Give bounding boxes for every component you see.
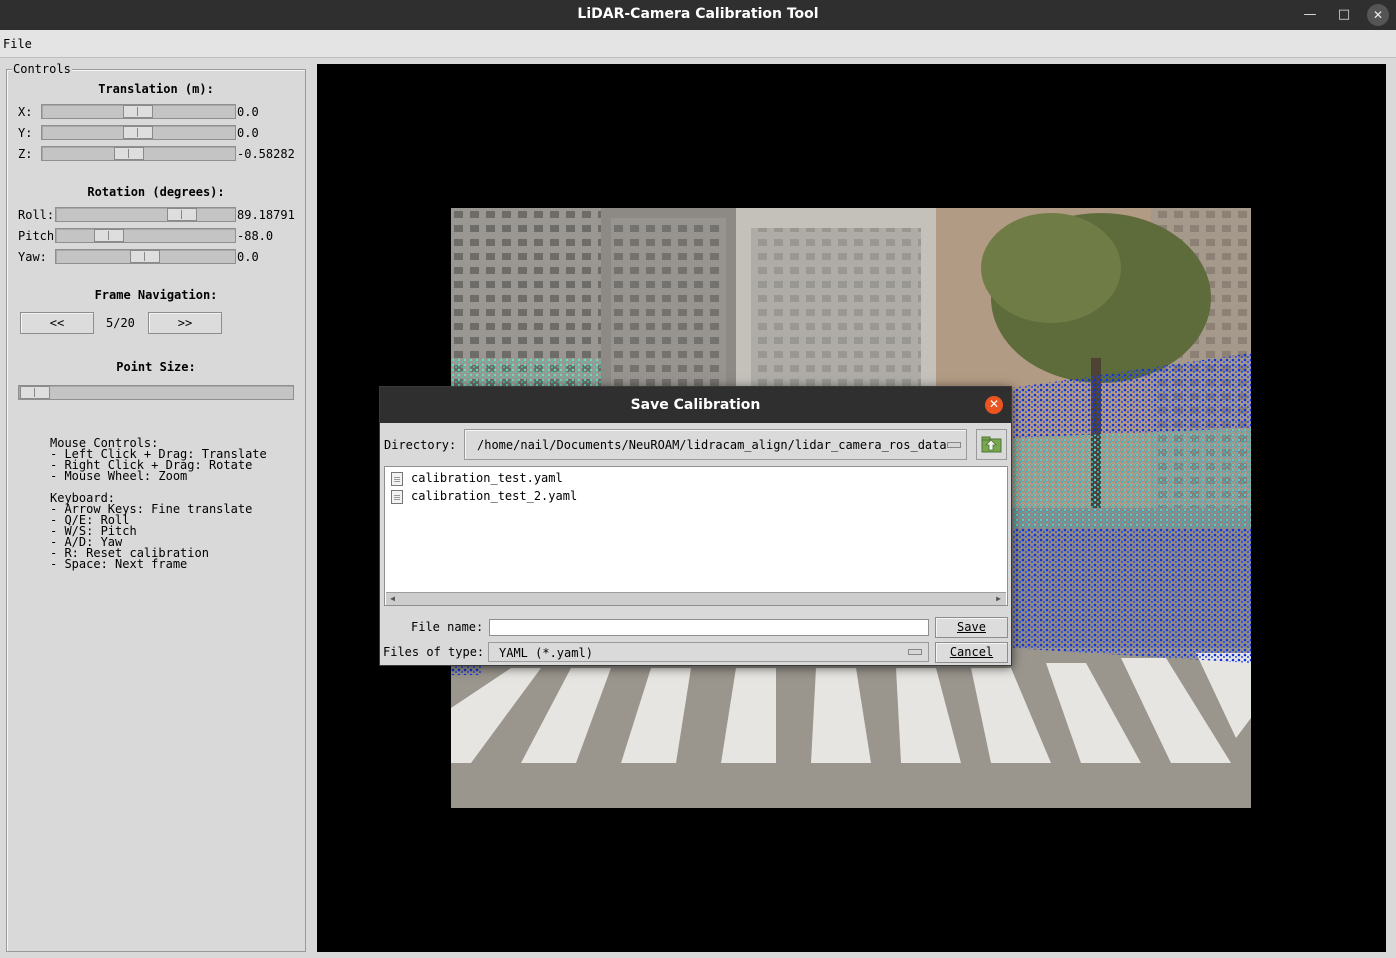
pitch-value: -88.0 [237,229,274,243]
frame-navigation-heading: Frame Navigation: [94,288,218,302]
save-button[interactable]: Save [935,617,1008,638]
roll-label: Roll: [18,208,55,222]
pitch-label: Pitch [18,229,55,243]
prev-frame-button[interactable]: << [20,312,94,334]
directory-path: /home/nail/Documents/NeuROAM/lidracam_al… [477,438,947,452]
scroll-left-icon[interactable]: ◀ [387,594,398,604]
file-type-value: YAML (*.yaml) [499,646,593,660]
directory-label: Directory: [384,438,457,452]
scroll-right-icon[interactable]: ▶ [993,594,1004,604]
maximize-icon[interactable]: □ [1333,4,1355,26]
horizontal-scrollbar[interactable]: ◀ ▶ [386,592,1006,605]
z-value: -0.58282 [237,147,295,161]
file-name-input[interactable] [490,620,928,635]
dialog-title: Save Calibration [630,397,761,413]
translation-heading: Translation (m): [98,82,214,96]
close-icon[interactable]: ✕ [1367,4,1389,26]
file-icon [391,489,403,504]
y-slider[interactable] [41,125,236,140]
z-slider-thumb[interactable] [114,147,144,160]
z-slider[interactable] [41,146,236,161]
pitch-slider-thumb[interactable] [94,229,124,242]
list-item[interactable]: calibration_test.yaml [391,471,563,487]
x-label: X: [18,105,33,119]
point-size-slider[interactable] [18,385,294,400]
y-label: Y: [18,126,33,140]
folder-up-icon [981,436,1002,453]
window-titlebar: LiDAR-Camera Calibration Tool — □ ✕ [0,0,1396,30]
point-size-slider-thumb[interactable] [20,386,50,399]
controls-legend: Controls [12,62,72,76]
cancel-button[interactable]: Cancel [935,642,1008,663]
x-slider-thumb[interactable] [123,105,153,118]
y-slider-thumb[interactable] [123,126,153,139]
directory-combobox[interactable]: /home/nail/Documents/NeuROAM/lidracam_al… [464,429,967,460]
file-name: calibration_test.yaml [411,471,563,485]
list-item[interactable]: calibration_test_2.yaml [391,489,577,505]
yaw-label: Yaw: [18,250,47,264]
file-list[interactable]: calibration_test.yaml calibration_test_2… [384,466,1008,606]
yaw-slider-thumb[interactable] [130,250,160,263]
roll-value: 89.18791 [237,208,295,222]
roll-slider[interactable] [55,207,236,222]
roll-slider-thumb[interactable] [167,208,197,221]
file-type-combobox[interactable]: YAML (*.yaml) [488,642,929,662]
y-value: 0.0 [237,126,259,140]
menu-file[interactable]: File [3,37,32,51]
menubar: File [0,30,1396,58]
parent-directory-button[interactable] [976,429,1007,460]
file-icon [391,471,403,486]
x-slider[interactable] [41,104,236,119]
keyboard-controls-help: Keyboard: - Arrow Keys: Fine translate -… [50,491,253,571]
rotation-heading: Rotation (degrees): [87,185,225,199]
window-title: LiDAR-Camera Calibration Tool [577,6,819,22]
point-size-heading: Point Size: [116,360,196,374]
x-value: 0.0 [237,105,259,119]
z-label: Z: [18,147,33,161]
dialog-close-icon[interactable]: ✕ [985,396,1003,414]
file-name-label: File name: [411,620,484,634]
next-frame-button[interactable]: >> [148,312,222,334]
frame-counter: 5/20 [106,316,135,330]
pitch-slider[interactable] [55,228,236,243]
yaw-value: 0.0 [237,250,259,264]
mouse-controls-help: Mouse Controls: - Left Click + Drag: Tra… [50,436,267,483]
chevron-down-icon [947,442,961,448]
chevron-down-icon [908,649,922,655]
file-name-field[interactable] [489,619,929,636]
file-name: calibration_test_2.yaml [411,489,578,503]
yaw-slider[interactable] [55,249,236,264]
file-type-label: Files of type: [383,645,485,659]
save-calibration-dialog: Save Calibration ✕ Directory: /home/nail… [379,386,1012,666]
minimize-icon[interactable]: — [1299,4,1321,26]
dialog-titlebar: Save Calibration ✕ [380,387,1011,423]
